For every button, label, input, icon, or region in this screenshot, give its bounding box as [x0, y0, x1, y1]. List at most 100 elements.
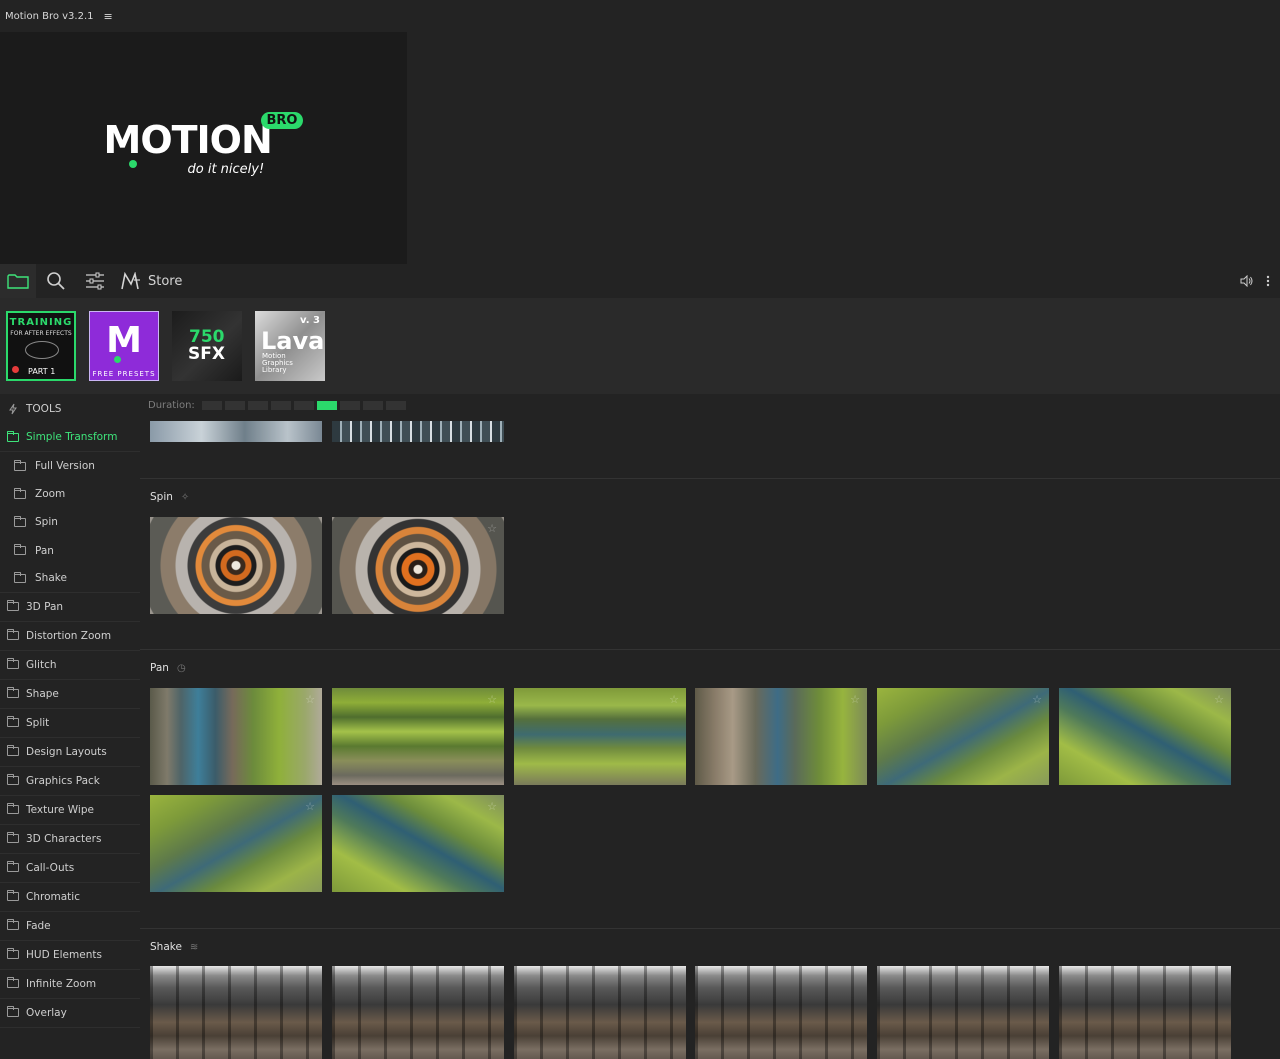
folder-icon [7, 629, 19, 641]
preset-thumbnail[interactable] [332, 966, 504, 1059]
preset-thumbnail[interactable] [1059, 966, 1231, 1059]
preset-thumbnail[interactable]: ☆ [877, 688, 1049, 785]
promo-training[interactable]: TRAINING FOR AFTER EFFECTS PART 1 [6, 311, 76, 381]
favorite-star-icon[interactable]: ☆ [305, 800, 315, 813]
folder-icon [7, 600, 19, 612]
sidebar-item-infinite-zoom[interactable]: Infinite Zoom [0, 970, 140, 999]
promo-free-presets[interactable]: M FREE PRESETS [89, 311, 159, 381]
favorite-star-icon[interactable]: ☆ [669, 693, 679, 706]
favorite-star-icon[interactable]: ☆ [1214, 693, 1224, 706]
sidebar-tools[interactable]: TOOLS [0, 394, 140, 423]
sidebar-item-3d-pan[interactable]: 3D Pan [0, 593, 140, 622]
sidebar-item-zoom[interactable]: Zoom [0, 480, 140, 508]
logo-dot [128, 160, 137, 168]
sidebar-item-chromatic[interactable]: Chromatic [0, 883, 140, 912]
store-label: Store [148, 273, 183, 289]
duration-segment[interactable] [201, 401, 222, 410]
folder-icon [7, 832, 19, 844]
preset-thumbnail[interactable] [150, 966, 322, 1059]
promo-sfx[interactable]: 750 SFX [172, 311, 242, 381]
sidebar-item-shape[interactable]: Shape [0, 680, 140, 709]
duration-segment[interactable] [224, 401, 245, 410]
more-vertical-icon[interactable] [1266, 275, 1270, 287]
preset-thumbnail[interactable] [877, 966, 1049, 1059]
sidebar-item-distortion-zoom[interactable]: Distortion Zoom [0, 622, 140, 651]
duration-segment[interactable] [362, 401, 383, 410]
folder-icon [7, 774, 19, 786]
store-logo-icon [121, 272, 140, 290]
sidebar-item-pan[interactable]: Pan [0, 537, 140, 565]
sidebar-item-shake[interactable]: Shake [0, 565, 140, 593]
section-title-spin: Spin ✧ [150, 491, 190, 503]
sidebar-item-design-layouts[interactable]: Design Layouts [0, 738, 140, 767]
duration-segment[interactable] [385, 401, 406, 410]
motion-bro-banner: MOTION BRO do it nicely! [0, 32, 407, 264]
preset-thumbnail[interactable] [514, 966, 686, 1059]
promo-lava-version: v. 3 [300, 315, 320, 326]
browse-button[interactable] [0, 264, 36, 298]
preset-thumbnail[interactable]: ☆ [332, 688, 504, 785]
promo-lava[interactable]: v. 3 Lava Motion Graphics Library [255, 311, 325, 381]
folder-icon [7, 803, 19, 815]
preset-thumbnail[interactable]: ☆ [332, 517, 504, 614]
sidebar-item-hud-elements[interactable]: HUD Elements [0, 941, 140, 970]
folder-icon [14, 487, 26, 499]
folder-icon [14, 515, 26, 527]
logo-badge: BRO [260, 112, 304, 129]
sidebar-item-simple-transform[interactable]: Simple Transform [0, 423, 140, 452]
volume-icon[interactable] [1240, 275, 1254, 287]
search-button[interactable] [36, 264, 76, 298]
folder-icon [7, 745, 19, 757]
store-button[interactable]: Store [114, 264, 188, 298]
pan-icon: ◷ [176, 662, 186, 674]
preset-thumbnail[interactable]: ☆ [332, 795, 504, 892]
search-icon [47, 272, 65, 290]
record-dot-icon [12, 366, 19, 373]
favorite-star-icon[interactable]: ☆ [487, 800, 497, 813]
duration-segment[interactable] [339, 401, 360, 410]
sidebar-item-fade[interactable]: Fade [0, 912, 140, 941]
promo-free-glyph: M [106, 320, 142, 361]
preset-thumbnail[interactable] [150, 517, 322, 614]
section-title-shake: Shake ≋ [150, 941, 199, 953]
sidebar-item-graphics-pack[interactable]: Graphics Pack [0, 767, 140, 796]
sidebar-item-texture-wipe[interactable]: Texture Wipe [0, 796, 140, 825]
folder-icon [7, 658, 19, 670]
preset-thumbnail[interactable]: ☆ [150, 795, 322, 892]
sidebar-item-call-outs[interactable]: Call-Outs [0, 854, 140, 883]
promo-lava-title: Lava [261, 327, 325, 355]
preset-thumbnail[interactable]: ☆ [514, 688, 686, 785]
folder-icon [7, 977, 19, 989]
toolbar-right-actions [1240, 264, 1270, 298]
duration-segment[interactable] [270, 401, 291, 410]
preset-thumbnail[interactable] [332, 421, 504, 442]
sidebar-item-3d-characters[interactable]: 3D Characters [0, 825, 140, 854]
app-title: Motion Bro v3.2.1 [5, 10, 94, 22]
preset-thumbnail[interactable]: ☆ [695, 688, 867, 785]
folder-icon [7, 919, 19, 931]
duration-segment-active[interactable] [316, 401, 337, 410]
favorite-star-icon[interactable]: ☆ [487, 693, 497, 706]
favorite-star-icon[interactable]: ☆ [305, 693, 315, 706]
sidebar-item-full-version[interactable]: Full Version [0, 452, 140, 480]
category-sidebar: TOOLS Simple Transform Full Version Zoom… [0, 394, 140, 1059]
favorite-star-icon[interactable]: ☆ [850, 693, 860, 706]
sidebar-tools-label: TOOLS [26, 402, 62, 415]
preset-thumbnail[interactable]: ☆ [150, 688, 322, 785]
duration-segment[interactable] [293, 401, 314, 410]
sidebar-item-overlay[interactable]: Overlay [0, 999, 140, 1028]
duration-segment[interactable] [247, 401, 268, 410]
preset-thumbnail[interactable]: ☆ [1059, 688, 1231, 785]
sidebar-item-split[interactable]: Split [0, 709, 140, 738]
settings-button[interactable] [76, 264, 114, 298]
preset-thumbnail[interactable] [695, 966, 867, 1059]
folder-icon [7, 948, 19, 960]
favorite-star-icon[interactable]: ☆ [1032, 693, 1042, 706]
hamburger-menu-icon[interactable]: ≡ [104, 10, 113, 23]
section-divider [140, 478, 1280, 479]
promo-free-label: FREE PRESETS [92, 370, 156, 378]
preset-thumbnail[interactable] [150, 421, 322, 442]
favorite-star-icon[interactable]: ☆ [487, 522, 497, 535]
sidebar-item-spin[interactable]: Spin [0, 508, 140, 536]
sidebar-item-glitch[interactable]: Glitch [0, 651, 140, 680]
